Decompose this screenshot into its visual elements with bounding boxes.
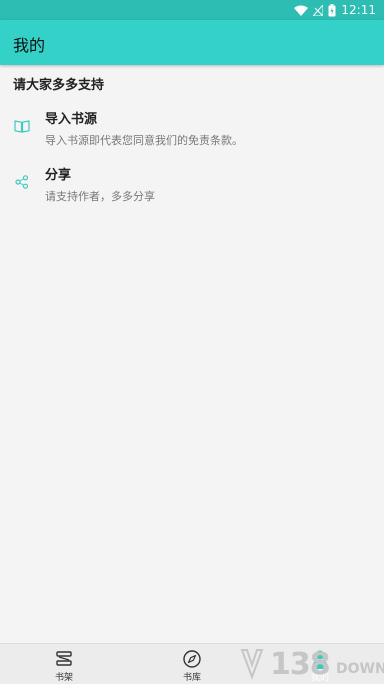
status-bar: 12:11 [0, 0, 384, 20]
compass-icon [182, 649, 202, 669]
import-source-title: 导入书源 [45, 112, 98, 127]
share-icon [14, 174, 30, 190]
bottom-nav: 书架 书库 我的 [0, 643, 384, 684]
bookshelf-icon [54, 649, 74, 669]
share-description: 请支持作者，多多分享 [45, 190, 155, 203]
book-open-icon [14, 118, 30, 134]
wifi-icon [294, 5, 309, 16]
import-source-item[interactable]: 导入书源 导入书源即代表您同意我们的免责条款。 [0, 108, 384, 154]
nav-library[interactable]: 书库 [162, 644, 222, 684]
import-source-description: 导入书源即代表您同意我们的免责条款。 [45, 134, 243, 147]
status-icons: 12:11 [294, 0, 376, 20]
share-title: 分享 [45, 168, 72, 183]
nav-library-label: 书库 [182, 673, 201, 683]
page-title: 我的 [13, 36, 46, 55]
person-icon [310, 649, 330, 669]
nav-mine-label: 我的 [310, 673, 329, 683]
battery-charging-icon [328, 3, 336, 17]
nav-mine[interactable]: 我的 [290, 644, 350, 684]
nav-bookshelf[interactable]: 书架 [34, 644, 94, 684]
status-time: 12:11 [341, 3, 376, 17]
section-title: 请大家多多支持 [13, 78, 105, 93]
nav-bookshelf-label: 书架 [54, 673, 73, 683]
no-signal-icon [313, 4, 324, 16]
share-item[interactable]: 分享 请支持作者，多多分享 [0, 164, 384, 210]
app-bar: 我的 [0, 20, 384, 65]
